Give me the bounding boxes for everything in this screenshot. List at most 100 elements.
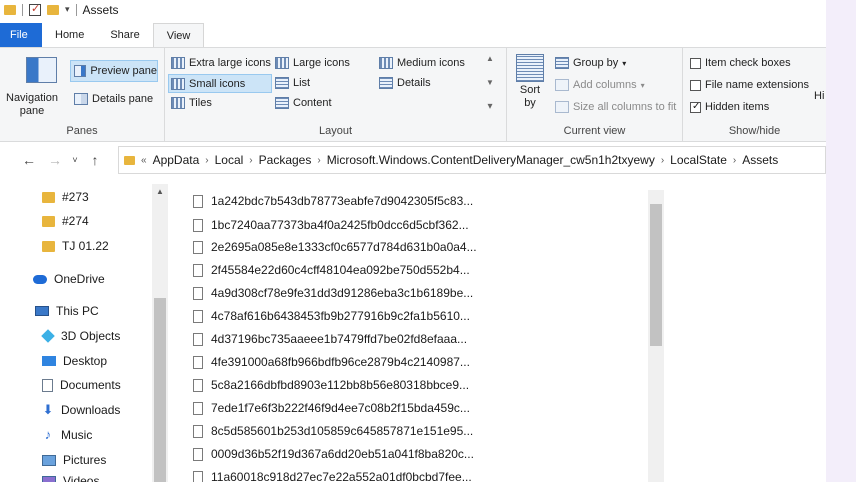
list-item[interactable]: 4c78af616b6438453fb9b277916b9c2fa1b5610.…: [193, 309, 470, 323]
up-arrow-icon[interactable]: ↑: [82, 152, 108, 168]
breadcrumb-localstate[interactable]: LocalState: [670, 153, 727, 167]
tiles-option[interactable]: Tiles: [171, 97, 212, 109]
details-pane-label: Details pane: [92, 93, 154, 105]
file-name-extensions-label: File name extensions: [705, 79, 809, 91]
customize-toolbar-icon[interactable]: ▾: [65, 4, 70, 15]
layout-gallery-scroll[interactable]: ▲ ▼ ▾: [483, 54, 497, 112]
current-view-group: Sort by Group by ▾ Add columns ▾ Size al…: [507, 48, 683, 141]
list-item[interactable]: 2e2695a085e8e1333cf0c6577d784d631b0a0a4.…: [193, 240, 477, 254]
chevron-right-icon[interactable]: ›: [661, 155, 664, 166]
list-item[interactable]: 7ede1f7e6f3b222f46f9d4ee7c08b2f15bda459c…: [193, 401, 470, 415]
folder-icon: [42, 215, 55, 227]
list-item[interactable]: 0009d36b52f19d367a6dd20eb51a041f8ba820c.…: [193, 447, 474, 461]
chevron-up-icon[interactable]: ▲: [152, 187, 168, 196]
scrollbar-thumb[interactable]: [650, 204, 662, 346]
recent-locations-icon[interactable]: ˅: [68, 155, 82, 165]
group-by-icon: [555, 57, 569, 69]
forward-arrow-icon[interactable]: →: [42, 152, 68, 168]
scrollbar-thumb[interactable]: [154, 298, 166, 482]
breadcrumb-contentdeliverymanager[interactable]: Microsoft.Windows.ContentDeliveryManager…: [327, 153, 655, 167]
address-bar[interactable]: « AppData › Local › Packages › Microsoft…: [118, 146, 826, 174]
tiles-label: Tiles: [189, 97, 212, 109]
large-icons-option[interactable]: Large icons: [275, 57, 350, 69]
content-option[interactable]: Content: [275, 97, 332, 109]
tab-view[interactable]: View: [152, 23, 205, 47]
checkbox-icon[interactable]: [690, 79, 701, 91]
details-option[interactable]: Details: [379, 77, 431, 89]
breadcrumb-overflow[interactable]: «: [141, 155, 147, 166]
breadcrumb-appdata[interactable]: AppData: [153, 153, 200, 167]
navigation-pane-icon[interactable]: [26, 57, 57, 83]
file-name: 5c8a2166dbfbd8903e112bb8b56e80318bbce9..…: [211, 378, 470, 392]
list-item[interactable]: 2f45584e22d60c4cff48104ea092be750d552b4.…: [193, 263, 470, 277]
navigation-pane-scrollbar[interactable]: ▲: [152, 184, 168, 482]
more-options-icon[interactable]: ▾: [487, 101, 492, 112]
tab-file[interactable]: File: [0, 23, 42, 47]
list-item[interactable]: 8c5d585601b253d105859c645857871e151e95..…: [193, 424, 473, 438]
nav-item-tj-0122[interactable]: TJ 01.22: [42, 239, 109, 253]
file-icon: [193, 309, 203, 323]
list-item[interactable]: 11a60018c918d27ec7e22a552a01df0bcbd7fee.…: [193, 470, 472, 482]
checkbox-icon[interactable]: [690, 57, 701, 69]
nav-item-music[interactable]: ♪ Music: [42, 427, 93, 442]
nav-item-pictures[interactable]: Pictures: [42, 453, 106, 467]
new-folder-icon[interactable]: [47, 4, 59, 15]
properties-icon[interactable]: [29, 2, 41, 16]
breadcrumb-packages[interactable]: Packages: [259, 153, 312, 167]
ribbon-tabs: File Home Share View: [0, 23, 826, 47]
list-item[interactable]: 4d37196bc735aaeee1b7479ffd7be02fd8efaaa.…: [193, 332, 467, 346]
nav-item-videos[interactable]: Videos: [42, 474, 99, 482]
details-pane-button[interactable]: Details pane: [74, 93, 153, 105]
back-arrow-icon[interactable]: ←: [16, 152, 42, 168]
nav-item-documents[interactable]: Documents: [42, 378, 121, 392]
sort-by-button[interactable]: Sort by: [515, 54, 545, 110]
chevron-right-icon[interactable]: ›: [317, 155, 320, 166]
nav-item-3d-objects[interactable]: 3D Objects: [41, 329, 120, 343]
extra-large-icons-option[interactable]: Extra large icons: [171, 57, 271, 69]
breadcrumb-local[interactable]: Local: [215, 153, 244, 167]
chevron-right-icon[interactable]: ›: [205, 155, 208, 166]
breadcrumb-assets[interactable]: Assets: [742, 153, 778, 167]
cloud-icon: [33, 274, 47, 284]
list-item[interactable]: 5c8a2166dbfbd8903e112bb8b56e80318bbce9..…: [193, 378, 469, 392]
navigation-pane-button[interactable]: Navigation pane: [0, 92, 70, 118]
nav-item-onedrive[interactable]: OneDrive: [33, 272, 105, 286]
medium-icons-option[interactable]: Medium icons: [379, 57, 465, 69]
preview-pane-button[interactable]: Preview pane: [70, 60, 158, 82]
item-check-boxes-toggle[interactable]: Item check boxes: [690, 57, 791, 69]
file-icon: [193, 263, 203, 277]
tab-home[interactable]: Home: [42, 23, 97, 47]
nav-item-downloads[interactable]: ⬇ Downloads: [42, 403, 121, 417]
group-by-button[interactable]: Group by ▾: [555, 57, 626, 69]
background-strip: [826, 0, 856, 482]
size-all-columns-button[interactable]: Size all columns to fit: [555, 101, 676, 113]
hidden-items-toggle[interactable]: Hidden items: [690, 101, 769, 113]
nav-item-273[interactable]: #273: [42, 190, 89, 204]
ribbon: Navigation pane Preview pane Details pan…: [0, 47, 826, 142]
list-item[interactable]: 4fe391000a68fb966bdfb96ce2879b4c2140987.…: [193, 355, 470, 369]
chevron-down-icon[interactable]: ▼: [486, 78, 494, 87]
list-item[interactable]: 1a242bdc7b543db78773eabfe7d9042305f5c83.…: [193, 194, 473, 208]
file-name-extensions-toggle[interactable]: File name extensions: [690, 79, 809, 91]
chevron-right-icon[interactable]: ›: [733, 155, 736, 166]
tab-share[interactable]: Share: [97, 23, 152, 47]
folder-icon: [124, 155, 135, 165]
music-icon: ♪: [44, 427, 52, 442]
list-item[interactable]: 4a9d308cf78e9fe31dd3d91286eba3c1b6189be.…: [193, 286, 473, 300]
chevron-up-icon[interactable]: ▲: [486, 54, 494, 63]
list-option[interactable]: List: [275, 77, 310, 89]
nav-item-274[interactable]: #274: [42, 214, 89, 228]
chevron-right-icon[interactable]: ›: [249, 155, 252, 166]
computer-icon: [35, 306, 49, 316]
nav-item-this-pc[interactable]: This PC: [35, 304, 99, 318]
hide-selected-button[interactable]: Hi: [814, 90, 824, 102]
item-check-boxes-label: Item check boxes: [705, 57, 791, 69]
file-list-scrollbar[interactable]: [648, 190, 664, 482]
details-pane-icon: [74, 93, 88, 105]
small-icons-label: Small icons: [189, 77, 246, 90]
add-columns-button[interactable]: Add columns ▾: [555, 79, 645, 91]
small-icons-option[interactable]: Small icons: [168, 74, 272, 93]
nav-item-desktop[interactable]: Desktop: [42, 354, 107, 368]
checkbox-checked-icon[interactable]: [690, 101, 701, 113]
list-item[interactable]: 1bc7240aa77373ba4f0a2425fb0dcc6d5cbf362.…: [193, 218, 469, 232]
